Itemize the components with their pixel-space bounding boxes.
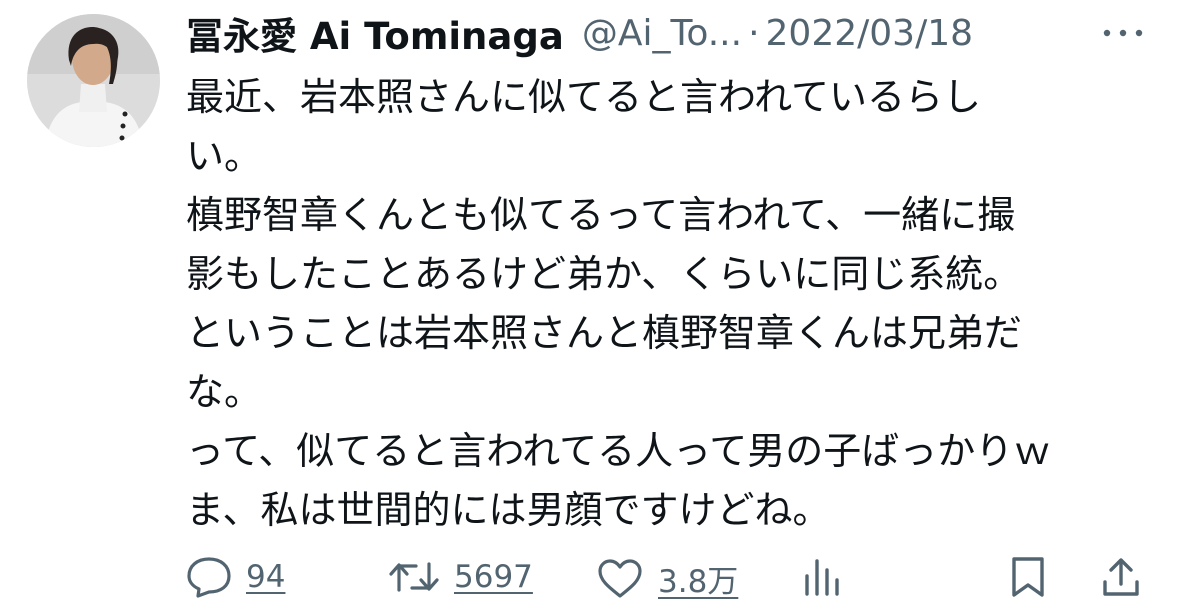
tweet-header: 冨永愛 Ai Tominaga @Ai_To... · 2022/03/18 <box>186 6 974 60</box>
tweet-line: って、似てると言われてる人って男の子ばっかりｗ <box>186 429 1052 473</box>
reply-button[interactable]: 94 <box>186 556 285 598</box>
retweet-count[interactable]: 5697 <box>454 559 533 595</box>
retweet-icon <box>389 562 439 592</box>
separator-dot: · <box>748 12 760 54</box>
reply-icon <box>187 557 231 598</box>
tweet-date[interactable]: 2022/03/18 <box>766 13 974 54</box>
action-bar: 94 5697 3.8万 <box>0 548 1179 606</box>
author-name[interactable]: 冨永愛 Ai Tominaga <box>186 6 564 60</box>
bookmark-button[interactable] <box>1008 556 1048 598</box>
tweet-line: い。 <box>186 134 263 178</box>
tweet-line: 槙野智章くんとも似てるって言われて、一緒に撮 <box>186 193 1016 237</box>
reply-count[interactable]: 94 <box>246 559 285 595</box>
like-count[interactable]: 3.8万 <box>658 556 738 601</box>
retweet-button[interactable]: 5697 <box>388 556 533 598</box>
author-handle[interactable]: @Ai_To... <box>582 13 742 54</box>
views-button[interactable] <box>802 556 842 598</box>
tweet-line: ということは岩本照さんと槙野智章くんは兄弟だ <box>186 311 1023 355</box>
tweet-line: 影もしたことあるけど弟か、くらいに同じ系統。 <box>186 252 1022 296</box>
share-button[interactable] <box>1100 556 1142 598</box>
tweet-line: な。 <box>186 370 263 414</box>
tweet-text: 最近、岩本照さんに似てると言われているらし い。 槙野智章くんとも似てるって言わ… <box>186 68 1126 540</box>
like-icon <box>598 558 642 598</box>
tweet-line: ま、私は世間的には男顔ですけどね。 <box>186 488 831 532</box>
tweet-line: 最近、岩本照さんに似てると言われているらし <box>186 75 981 119</box>
profile-photo <box>27 14 160 147</box>
share-icon <box>1103 558 1139 596</box>
more-icon <box>1103 29 1143 37</box>
like-button[interactable]: 3.8万 <box>596 556 738 601</box>
bookmark-icon <box>1012 557 1044 597</box>
views-icon <box>805 559 839 596</box>
avatar[interactable] <box>27 14 160 147</box>
more-button[interactable] <box>1098 21 1148 45</box>
